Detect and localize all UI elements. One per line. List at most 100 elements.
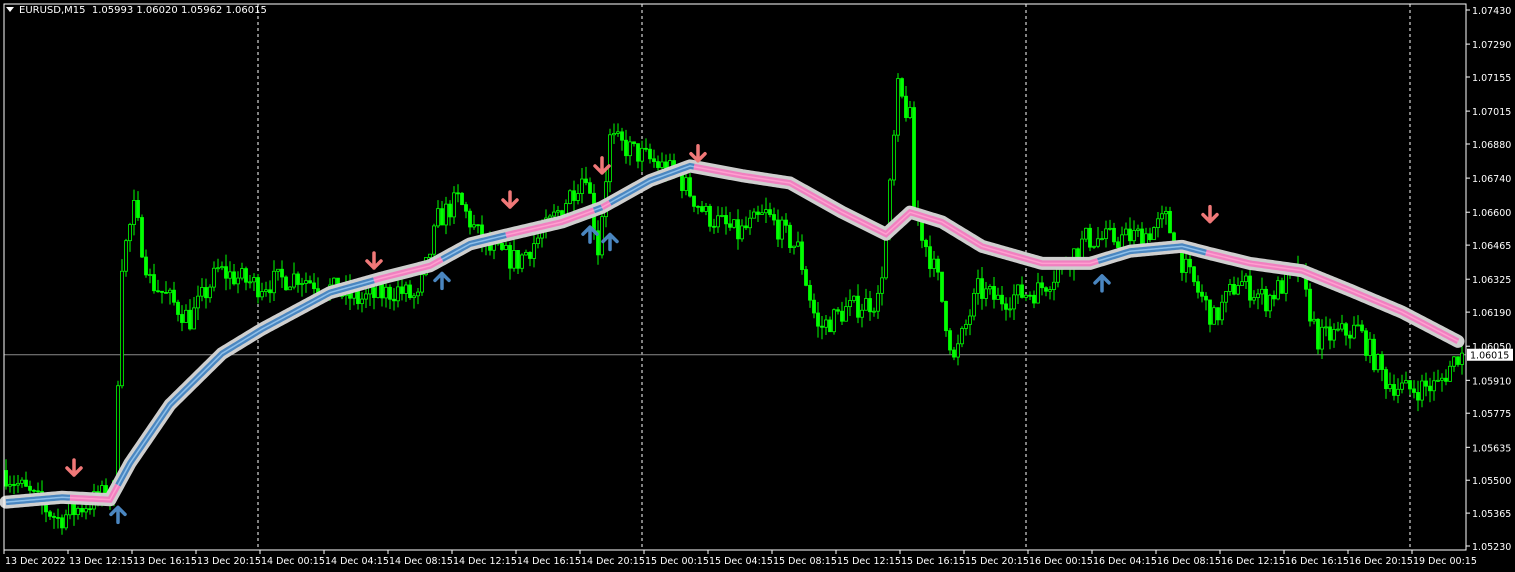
candle-body xyxy=(512,250,516,269)
candle-body xyxy=(1112,227,1116,243)
candle-body xyxy=(652,158,656,162)
candle-body xyxy=(728,223,732,228)
candle-body xyxy=(1356,324,1360,327)
candle-body xyxy=(924,239,928,248)
candle-body xyxy=(1116,241,1120,248)
candle-body xyxy=(1208,299,1212,325)
candle-body xyxy=(156,290,160,293)
candle-body xyxy=(992,286,996,300)
candle-body xyxy=(644,147,648,150)
candle-body xyxy=(964,323,968,329)
candle-body xyxy=(192,307,196,330)
candle-body xyxy=(1192,266,1196,283)
candle-body xyxy=(636,143,640,162)
candle-body xyxy=(1384,369,1388,390)
candle-body xyxy=(232,271,236,285)
candle-body xyxy=(1020,284,1024,298)
candle-body xyxy=(296,273,300,285)
candle-body xyxy=(1108,227,1112,230)
candle-body xyxy=(1016,284,1020,296)
candle-body xyxy=(1132,230,1136,242)
candle-body xyxy=(60,517,64,529)
x-tick-label: 19 Dec 00:15 xyxy=(1413,556,1477,567)
y-tick-label: 1.06740 xyxy=(1472,174,1511,185)
candle-body xyxy=(556,210,560,213)
candle-body xyxy=(560,210,564,216)
candle-body xyxy=(988,286,992,290)
y-tick-label: 1.06190 xyxy=(1472,308,1511,319)
candle-body xyxy=(620,131,624,141)
moving-average xyxy=(0,159,1465,509)
candle-body xyxy=(152,274,156,292)
candle-body xyxy=(912,107,916,211)
candle-body xyxy=(412,295,416,299)
candle-body xyxy=(616,131,620,134)
candle-body xyxy=(1336,328,1340,331)
candle-body xyxy=(176,301,180,315)
candle-body xyxy=(804,269,808,286)
y-tick-label: 1.05635 xyxy=(1472,443,1511,454)
candle-body xyxy=(752,211,756,219)
candle-body xyxy=(1160,213,1164,220)
y-tick-label: 1.06600 xyxy=(1472,208,1511,219)
candle-body xyxy=(1024,294,1028,298)
y-tick-label: 1.06465 xyxy=(1472,241,1511,252)
candle-body xyxy=(460,192,464,206)
candle-body xyxy=(388,286,392,300)
candle-body xyxy=(588,182,592,194)
candle-body xyxy=(768,209,772,215)
candle-body xyxy=(164,291,168,294)
candle-body xyxy=(1036,282,1040,304)
candle-body xyxy=(1416,392,1420,401)
candle-body xyxy=(1424,380,1428,387)
current-price-label: 1.06015 xyxy=(1470,351,1509,362)
candle-body xyxy=(360,298,364,305)
dropdown-triangle-icon[interactable] xyxy=(6,7,14,12)
candle-body xyxy=(692,195,696,207)
candle-body xyxy=(444,203,448,226)
candle-body xyxy=(24,479,28,487)
buy-arrow-icon xyxy=(1093,274,1111,293)
candle-body xyxy=(1196,281,1200,293)
x-tick-label: 14 Dec 20:15 xyxy=(581,556,645,567)
candle-body xyxy=(300,283,304,285)
candle-body xyxy=(1128,228,1132,242)
candle-body xyxy=(744,225,748,229)
y-tick-label: 1.07290 xyxy=(1472,40,1511,51)
candle-body xyxy=(476,224,480,227)
candles xyxy=(4,73,1464,535)
y-tick-label: 1.05230 xyxy=(1472,542,1511,553)
candle-body xyxy=(900,78,904,97)
candle-body xyxy=(1244,275,1248,283)
ohlc-open: 1.05993 xyxy=(91,5,134,16)
candle-body xyxy=(1404,380,1408,384)
candle-body xyxy=(1164,210,1168,215)
candle-body xyxy=(248,281,252,284)
candle-body xyxy=(1396,388,1400,396)
candle-body xyxy=(708,205,712,227)
sell-arrow-icon xyxy=(501,190,519,209)
candle-body xyxy=(936,258,940,273)
price-chart[interactable]: 1.07430 1.07290 1.07155 1.07015 1.06880 1.067… xyxy=(0,0,1515,572)
candle-body xyxy=(832,309,836,333)
candle-body xyxy=(280,268,284,278)
candle-body xyxy=(400,286,404,294)
y-tick-label: 1.07430 xyxy=(1472,6,1511,17)
candle-body xyxy=(788,224,792,248)
candle-body xyxy=(384,286,388,299)
y-tick-label: 1.05910 xyxy=(1472,376,1511,387)
candle-body xyxy=(312,282,316,290)
candle-body xyxy=(816,312,820,327)
candle-body xyxy=(84,508,88,513)
candle-body xyxy=(416,291,420,297)
candle-body xyxy=(876,292,880,312)
symbol-label: EURUSD,M15 xyxy=(19,5,86,16)
candle-body xyxy=(1432,380,1436,392)
candle-body xyxy=(284,276,288,291)
y-tick-label: 1.05775 xyxy=(1472,409,1511,420)
candle-body xyxy=(420,274,424,293)
buy-arrow-icon xyxy=(601,232,619,252)
candle-body xyxy=(1156,218,1160,228)
candle-body xyxy=(8,484,12,487)
candle-body xyxy=(1184,258,1188,273)
